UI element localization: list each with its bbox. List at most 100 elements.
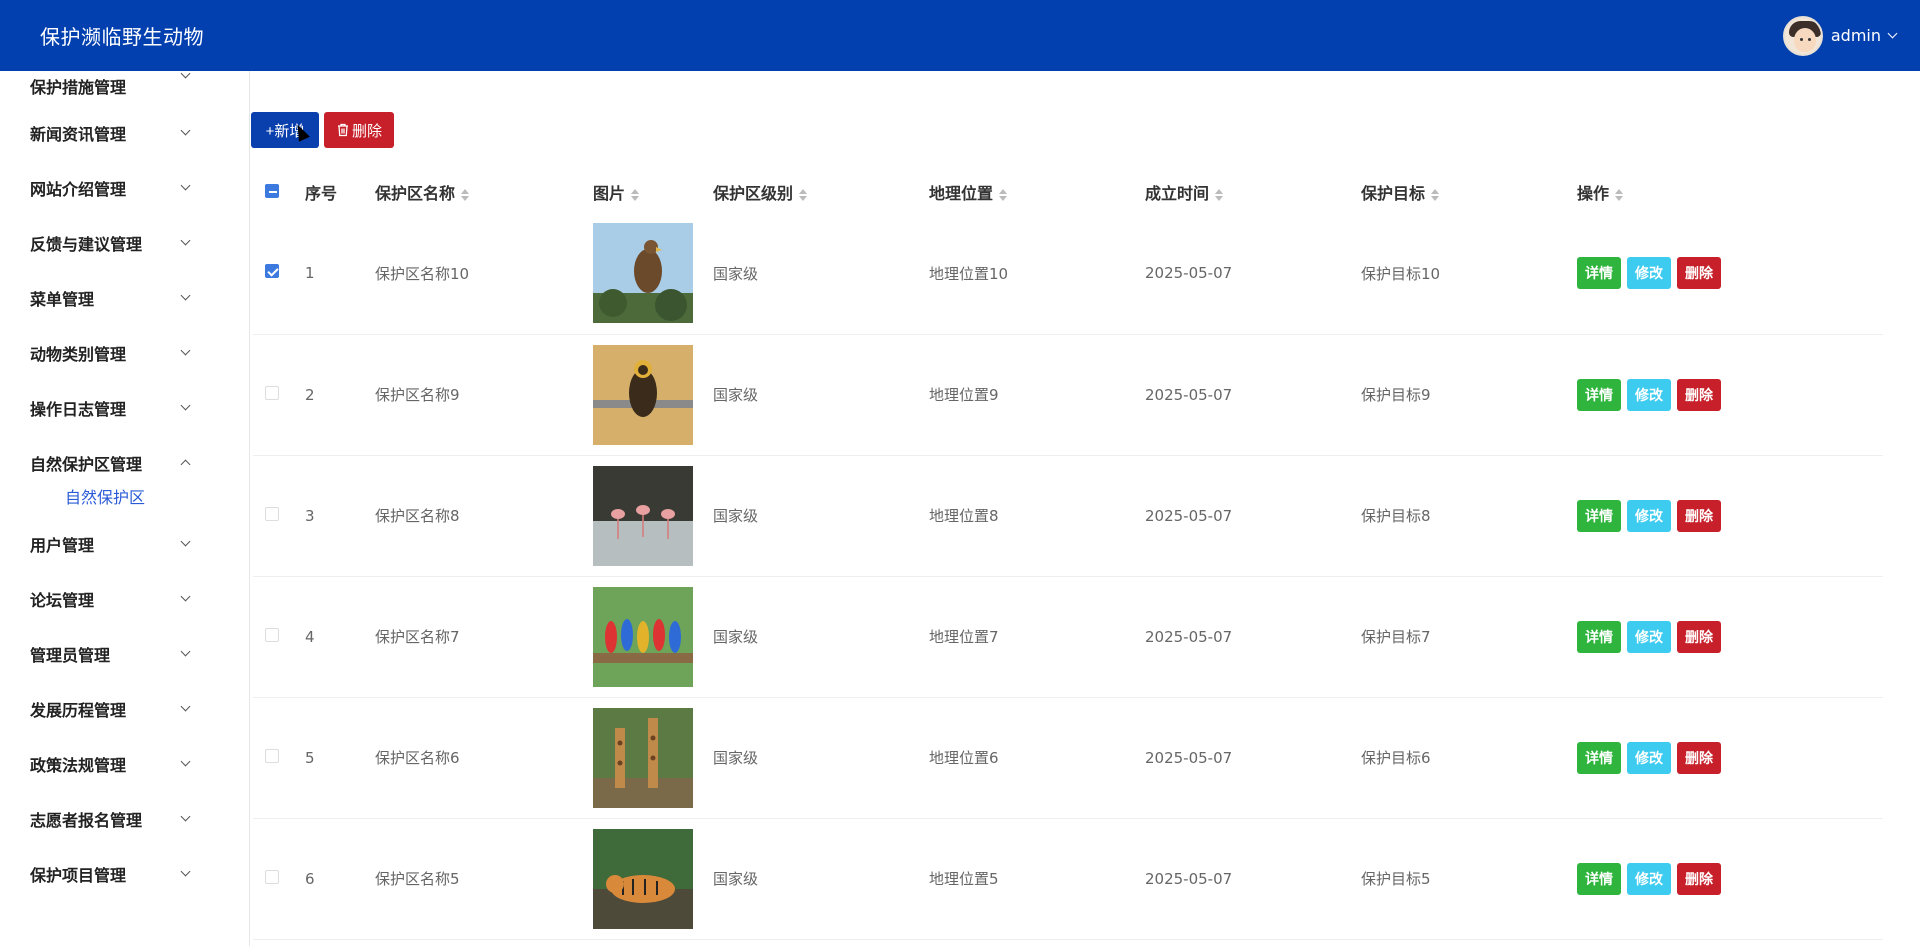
cell-no: 2 — [305, 334, 375, 456]
sidebar-item-operation-logs[interactable]: 操作日志管理 — [0, 380, 249, 435]
sidebar-item-volunteers[interactable]: 志愿者报名管理 — [0, 791, 249, 846]
edit-button[interactable]: 修改 — [1627, 257, 1671, 290]
row-checkbox[interactable] — [265, 264, 279, 279]
col-header-location[interactable]: 地理位置 — [929, 171, 1145, 213]
batch-delete-label: 删除 — [351, 122, 382, 140]
table-row[interactable]: 2 保护区名称9 国家级 地理位置9 2025-05-07 保护目标9 详情 修… — [253, 334, 1883, 456]
cell-level: 国家级 — [713, 213, 929, 335]
col-header-name[interactable]: 保护区名称 — [375, 171, 593, 213]
cell-date: 2025-05-07 — [1145, 334, 1361, 456]
sidebar-item-menu[interactable]: 菜单管理 — [0, 270, 249, 325]
chevron-down-icon[interactable] — [1887, 28, 1898, 39]
detail-button[interactable]: 详情 — [1577, 620, 1621, 653]
add-button[interactable]: +新增 — [251, 112, 319, 148]
sort-icon[interactable] — [1615, 189, 1623, 201]
sidebar-item-news[interactable]: 新闻资讯管理 — [0, 105, 249, 160]
username[interactable]: admin — [1831, 26, 1881, 45]
row-actions: 详情 修改 删除 — [1577, 499, 1883, 532]
sort-icon[interactable] — [631, 189, 639, 201]
col-header-image[interactable]: 图片 — [593, 171, 713, 213]
row-checkbox[interactable] — [265, 627, 279, 642]
col-header-actions[interactable]: 操作 — [1577, 171, 1883, 213]
app-title: 保护濒临野生动物 — [40, 25, 204, 49]
delete-button[interactable]: 删除 — [1677, 378, 1721, 411]
cell-name: 保护区名称8 — [375, 455, 593, 577]
batch-delete-button[interactable]: 删除 — [324, 112, 394, 148]
sidebar-item-site-intro[interactable]: 网站介绍管理 — [0, 160, 249, 215]
table-row[interactable]: 5 保护区名称6 国家级 地理位置6 2025-05-07 保护目标6 详情 修… — [253, 697, 1883, 819]
sort-icon[interactable] — [799, 189, 807, 201]
reserve-image[interactable] — [593, 344, 693, 445]
delete-button[interactable]: 删除 — [1677, 499, 1721, 532]
delete-button[interactable]: 删除 — [1677, 620, 1721, 653]
row-checkbox[interactable] — [265, 748, 279, 763]
sidebar-item-users[interactable]: 用户管理 — [0, 516, 249, 571]
chevron-down-icon — [180, 290, 191, 301]
detail-button[interactable]: 详情 — [1577, 741, 1621, 774]
col-header-date[interactable]: 成立时间 — [1145, 171, 1361, 213]
chevron-up-icon — [180, 459, 191, 470]
cell-location: 地理位置6 — [929, 697, 1145, 819]
sidebar-subitem-nature-reserve[interactable]: 自然保护区 — [0, 476, 249, 516]
trash-icon — [337, 123, 348, 137]
detail-button[interactable]: 详情 — [1577, 378, 1621, 411]
sidebar-item-feedback[interactable]: 反馈与建议管理 — [0, 215, 249, 270]
sort-icon[interactable] — [1215, 189, 1223, 201]
chevron-down-icon — [180, 536, 191, 547]
table-row[interactable]: 6 保护区名称5 国家级 地理位置5 2025-05-07 保护目标5 详情 修… — [253, 818, 1883, 940]
sidebar-item-admins[interactable]: 管理员管理 — [0, 626, 249, 681]
chevron-down-icon — [180, 180, 191, 191]
sort-icon[interactable] — [1431, 189, 1439, 201]
chevron-down-icon — [180, 400, 191, 411]
chevron-down-icon — [180, 125, 191, 136]
row-checkbox[interactable] — [265, 869, 279, 884]
top-bar: 保护濒临野生动物 admin — [0, 0, 1920, 71]
cell-no: 1 — [305, 213, 375, 335]
col-header-level[interactable]: 保护区级别 — [713, 171, 929, 213]
user-menu[interactable]: admin — [1782, 15, 1898, 56]
row-actions: 详情 修改 删除 — [1577, 378, 1883, 411]
cell-date: 2025-05-07 — [1145, 576, 1361, 698]
sort-icon[interactable] — [999, 189, 1007, 201]
sidebar-item-projects[interactable]: 保护项目管理 — [0, 846, 249, 901]
cell-target: 保护目标7 — [1361, 576, 1577, 698]
avatar[interactable] — [1782, 15, 1823, 56]
detail-button[interactable]: 详情 — [1577, 862, 1621, 895]
edit-button[interactable]: 修改 — [1627, 499, 1671, 532]
edit-button[interactable]: 修改 — [1627, 741, 1671, 774]
delete-button[interactable]: 删除 — [1677, 741, 1721, 774]
table-row[interactable]: 1 保护区名称10 国家级 地理位置10 2025-05-07 保护目标10 详… — [253, 213, 1883, 335]
sidebar-item-protection-measures[interactable]: 保护措施管理 — [0, 71, 249, 105]
reserve-image[interactable] — [593, 223, 693, 324]
detail-button[interactable]: 详情 — [1577, 257, 1621, 290]
chevron-down-icon — [180, 345, 191, 356]
sidebar-item-history[interactable]: 发展历程管理 — [0, 681, 249, 736]
delete-button[interactable]: 删除 — [1677, 257, 1721, 290]
cell-location: 地理位置7 — [929, 576, 1145, 698]
select-all-checkbox[interactable] — [265, 183, 279, 198]
sidebar-item-forum[interactable]: 论坛管理 — [0, 571, 249, 626]
row-checkbox[interactable] — [265, 506, 279, 521]
row-checkbox[interactable] — [265, 385, 279, 400]
edit-button[interactable]: 修改 — [1627, 378, 1671, 411]
sidebar-item-policies[interactable]: 政策法规管理 — [0, 736, 249, 791]
reserve-image[interactable] — [593, 828, 693, 929]
sidebar-item-animal-categories[interactable]: 动物类别管理 — [0, 325, 249, 380]
reserve-image[interactable] — [593, 465, 693, 566]
cell-level: 国家级 — [713, 818, 929, 940]
cell-target: 保护目标8 — [1361, 455, 1577, 577]
edit-button[interactable]: 修改 — [1627, 620, 1671, 653]
reserve-image[interactable] — [593, 707, 693, 808]
edit-button[interactable]: 修改 — [1627, 862, 1671, 895]
sort-icon[interactable] — [461, 189, 469, 201]
sidebar: 保护措施管理 新闻资讯管理 网站介绍管理 反馈与建议管理 菜单管理 动物类别管理… — [0, 71, 250, 946]
detail-button[interactable]: 详情 — [1577, 499, 1621, 532]
table-row[interactable]: 3 保护区名称8 国家级 地理位置8 2025-05-07 保护目标8 详情 修… — [253, 455, 1883, 577]
cell-name: 保护区名称9 — [375, 334, 593, 456]
cell-name: 保护区名称6 — [375, 697, 593, 819]
delete-button[interactable]: 删除 — [1677, 862, 1721, 895]
cell-location: 地理位置10 — [929, 213, 1145, 335]
reserve-image[interactable] — [593, 586, 693, 687]
col-header-target[interactable]: 保护目标 — [1361, 171, 1577, 213]
table-row[interactable]: 4 保护区名称7 国家级 地理位置7 2025-05-07 保护目标7 详情 修… — [253, 576, 1883, 698]
